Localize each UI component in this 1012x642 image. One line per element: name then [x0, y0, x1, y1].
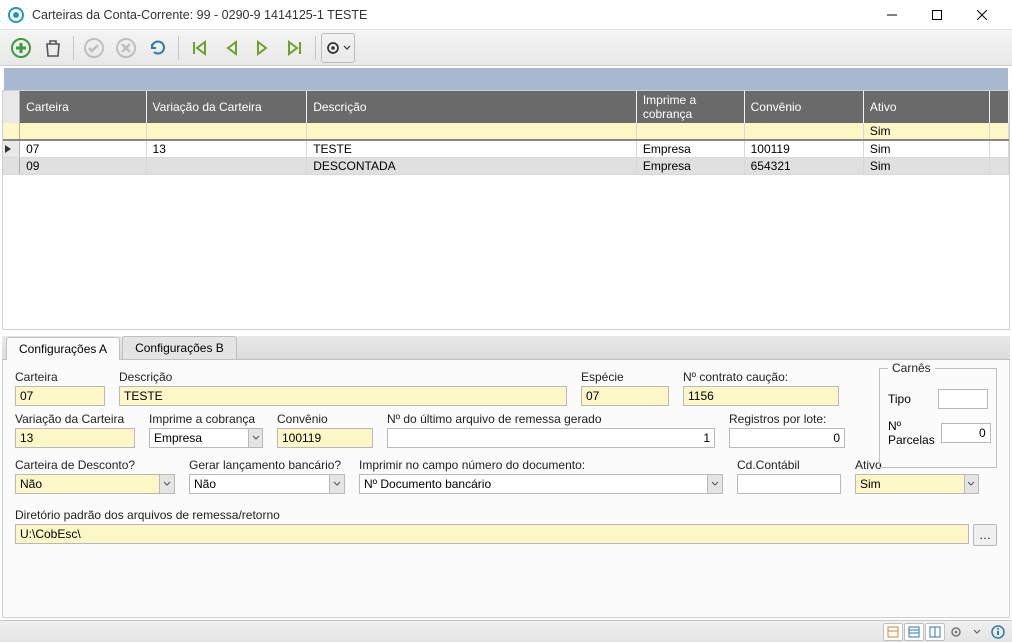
- carnes-legend: Carnês: [888, 361, 935, 375]
- maximize-button[interactable]: [914, 1, 959, 29]
- prev-button[interactable]: [216, 33, 246, 63]
- tipo-input[interactable]: [938, 389, 988, 409]
- label-especie: Espécie: [581, 370, 669, 384]
- registros-lote-input[interactable]: [729, 428, 845, 448]
- app-icon: [8, 7, 24, 23]
- label-descricao: Descrição: [119, 370, 567, 384]
- chevron-down-icon[interactable]: [967, 623, 987, 641]
- label-cart-desc: Carteira de Desconto?: [15, 458, 175, 472]
- label-diretorio: Diretório padrão dos arquivos de remessa…: [15, 508, 997, 522]
- diretorio-input[interactable]: [15, 524, 969, 544]
- col-descricao[interactable]: Descrição: [307, 91, 637, 123]
- label-registros-lote: Registros por lote:: [729, 412, 845, 426]
- minimize-button[interactable]: [869, 1, 914, 29]
- ultimo-arquivo-input[interactable]: [387, 428, 715, 448]
- cd-contabil-input[interactable]: [737, 474, 841, 494]
- chevron-down-icon[interactable]: [965, 474, 979, 494]
- chevron-down-icon[interactable]: [249, 428, 263, 448]
- settings-button[interactable]: [321, 33, 355, 63]
- especie-input[interactable]: [581, 386, 669, 406]
- label-imprimir-campo: Imprimir no campo número do documento:: [359, 458, 723, 472]
- imprime-select[interactable]: [149, 428, 249, 448]
- parcelas-input[interactable]: [941, 423, 991, 443]
- first-button[interactable]: [184, 33, 214, 63]
- tab-config-b[interactable]: Configurações B: [122, 336, 237, 359]
- label-imprime: Imprime a cobrança: [149, 412, 263, 426]
- close-button[interactable]: [959, 1, 1004, 29]
- label-contrato-caucao: Nº contrato caução:: [683, 370, 839, 384]
- refresh-button[interactable]: [143, 33, 173, 63]
- col-blank: [990, 91, 1009, 123]
- delete-button[interactable]: [38, 33, 68, 63]
- imprimir-campo-select[interactable]: [359, 474, 708, 494]
- view-button-2[interactable]: [904, 623, 924, 641]
- chevron-down-icon[interactable]: [708, 474, 723, 494]
- info-icon[interactable]: [988, 623, 1008, 641]
- variacao-input[interactable]: [15, 428, 135, 448]
- view-button-3[interactable]: [925, 623, 945, 641]
- label-gerar-lanc: Gerar lançamento bancário?: [189, 458, 345, 472]
- view-button-1[interactable]: [883, 623, 903, 641]
- col-variacao[interactable]: Variação da Carteira: [146, 91, 307, 123]
- label-convenio: Convênio: [277, 412, 373, 426]
- last-button[interactable]: [280, 33, 310, 63]
- label-tipo: Tipo: [888, 392, 911, 406]
- contrato-caucao-input[interactable]: [683, 386, 839, 406]
- gear-icon[interactable]: [946, 623, 966, 641]
- descricao-input[interactable]: [119, 386, 567, 406]
- label-parcelas: Nº Parcelas: [888, 419, 935, 447]
- table-row[interactable]: 09 DESCONTADA Empresa 654321 Sim: [3, 158, 1009, 175]
- carnes-group: Carnês Tipo Nº Parcelas: [879, 368, 997, 468]
- label-cd-contabil: Cd.Contábil: [737, 458, 841, 472]
- add-button[interactable]: [6, 33, 36, 63]
- cancel-button[interactable]: [111, 33, 141, 63]
- carteira-input[interactable]: [15, 386, 105, 406]
- window-title: Carteiras da Conta-Corrente: 99 - 0290-9…: [32, 8, 869, 22]
- col-convenio[interactable]: Convênio: [744, 91, 863, 123]
- chevron-down-icon[interactable]: [330, 474, 345, 494]
- label-carteira: Carteira: [15, 370, 105, 384]
- confirm-button[interactable]: [79, 33, 109, 63]
- label-ultimo-arquivo: Nº do último arquivo de remessa gerado: [387, 412, 715, 426]
- col-imprime[interactable]: Imprime a cobrança: [636, 91, 744, 123]
- label-variacao: Variação da Carteira: [15, 412, 135, 426]
- browse-button[interactable]: …: [973, 524, 997, 546]
- cart-desc-select[interactable]: [15, 474, 160, 494]
- carteiras-grid[interactable]: Carteira Variação da Carteira Descrição …: [3, 91, 1009, 175]
- convenio-input[interactable]: [277, 428, 373, 448]
- next-button[interactable]: [248, 33, 278, 63]
- table-row[interactable]: 07 13 TESTE Empresa 100119 Sim: [3, 140, 1009, 158]
- new-row[interactable]: Sim: [3, 123, 1009, 140]
- col-ativo[interactable]: Ativo: [863, 91, 989, 123]
- chevron-down-icon[interactable]: [160, 474, 175, 494]
- gerar-lanc-select[interactable]: [189, 474, 330, 494]
- group-header-band: [4, 68, 1008, 90]
- ativo-select[interactable]: [855, 474, 965, 494]
- tab-config-a[interactable]: Configurações A: [6, 337, 120, 360]
- col-carteira[interactable]: Carteira: [20, 91, 146, 123]
- row-indicator-header: [3, 91, 20, 123]
